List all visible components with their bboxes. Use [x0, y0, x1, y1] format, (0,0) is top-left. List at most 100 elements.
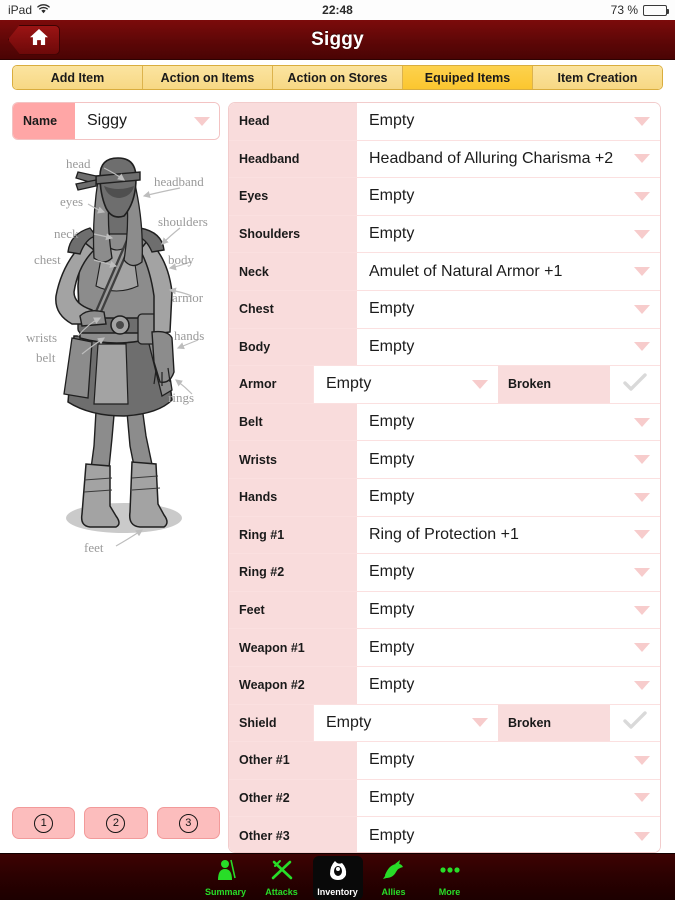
- diagram-label-wrists: wrists: [26, 330, 57, 345]
- equipment-row: Chest Empty: [229, 290, 660, 329]
- dragon-icon: [382, 859, 406, 886]
- equipment-slot-label: Weapon #1: [229, 629, 357, 666]
- equipment-row: Neck Amulet of Natural Armor +1: [229, 253, 660, 291]
- equipment-slot-label: Eyes: [229, 178, 357, 215]
- equipment-row: Belt Empty: [229, 403, 660, 442]
- name-field[interactable]: Name Siggy: [12, 102, 220, 140]
- equipment-panel: Head Empty Headband Headband of Alluring Ch…: [226, 94, 675, 853]
- equipment-item-value: Headband of Alluring Charisma +2: [369, 149, 614, 167]
- chevron-down-icon: [634, 605, 650, 615]
- equipment-item-select[interactable]: Empty: [357, 554, 660, 591]
- equipment-row: Feet Empty: [229, 591, 660, 630]
- equipment-row: Armor Empty Broken: [229, 366, 660, 404]
- chevron-down-icon: [194, 116, 210, 126]
- equipment-table[interactable]: Head Empty Headband Headband of Alluring Ch…: [228, 102, 661, 853]
- equipment-item-select[interactable]: Empty: [357, 666, 660, 704]
- tab-allies-label: Allies: [381, 886, 406, 897]
- equipment-row: Other #1 Empty: [229, 742, 660, 780]
- equipment-slot-label: Wrists: [229, 441, 357, 478]
- equipment-slot-label: Armor: [229, 366, 313, 403]
- chevron-down-icon: [634, 793, 650, 803]
- diagram-label-headband: headband: [154, 174, 204, 189]
- equipment-item-select[interactable]: Empty: [357, 591, 660, 629]
- equipment-item-select[interactable]: Empty: [357, 742, 660, 779]
- equipment-item-select[interactable]: Empty: [357, 178, 660, 215]
- segmented-control-bar: Add Item Action on Items Action on Store…: [0, 60, 675, 94]
- sack-icon: [326, 859, 350, 886]
- quick-slot-2-label: 2: [106, 813, 126, 833]
- equipment-item-select[interactable]: Empty: [357, 328, 660, 366]
- tab-equiped-items[interactable]: Equiped Items: [403, 66, 533, 89]
- equipment-item-select[interactable]: Empty: [357, 478, 660, 516]
- equipment-slot-label: Belt: [229, 403, 357, 441]
- diagram-label-neck: neck: [54, 226, 79, 241]
- equipment-item-select[interactable]: Empty: [313, 366, 498, 403]
- diagram-label-rings: rings: [168, 390, 194, 405]
- chevron-down-icon: [634, 304, 650, 314]
- tab-allies[interactable]: Allies: [369, 856, 419, 900]
- quick-slot-3-button[interactable]: 3: [156, 807, 220, 839]
- equipment-item-select[interactable]: Empty: [357, 403, 660, 441]
- broken-checkbox[interactable]: [610, 704, 660, 742]
- equipment-item-value: Empty: [369, 827, 415, 845]
- character-diagram: .lbl { font-family: "Liberation Serif", …: [12, 146, 220, 803]
- equipment-row: Weapon #1 Empty: [229, 629, 660, 667]
- segmented-control[interactable]: Add Item Action on Items Action on Store…: [12, 65, 663, 90]
- tab-attacks[interactable]: Attacks: [257, 856, 307, 900]
- tab-summary[interactable]: Summary: [201, 856, 251, 900]
- tab-more[interactable]: More: [425, 856, 475, 900]
- chevron-down-icon: [634, 530, 650, 540]
- equipment-item-value: Empty: [369, 488, 415, 506]
- equipment-item-select[interactable]: Empty: [357, 441, 660, 478]
- tab-item-creation[interactable]: Item Creation: [533, 66, 662, 89]
- equipment-slot-label: Weapon #2: [229, 666, 357, 704]
- chevron-down-icon: [634, 492, 650, 502]
- equipment-item-select[interactable]: Empty: [313, 704, 498, 742]
- broken-checkbox[interactable]: [610, 366, 660, 403]
- equipment-row: Ring #2 Empty: [229, 554, 660, 592]
- equipment-item-select[interactable]: Empty: [357, 215, 660, 253]
- equipment-item-select[interactable]: Empty: [357, 817, 660, 852]
- tab-more-label: More: [438, 886, 461, 897]
- battery-icon: [643, 4, 669, 16]
- diagram-label-body: body: [168, 252, 195, 267]
- equipment-item-select[interactable]: Empty: [357, 779, 660, 817]
- equipment-item-select[interactable]: Empty: [357, 290, 660, 328]
- chevron-down-icon: [634, 116, 650, 126]
- equipment-item-select[interactable]: Empty: [357, 629, 660, 666]
- tab-summary-label: Summary: [204, 886, 247, 897]
- tab-action-on-stores[interactable]: Action on Stores: [273, 66, 403, 89]
- equipment-item-select[interactable]: Headband of Alluring Charisma +2: [357, 140, 660, 178]
- status-bar-right: 73 %: [610, 3, 669, 17]
- equipment-row: Other #2 Empty: [229, 779, 660, 818]
- name-field-label: Name: [13, 103, 75, 139]
- tab-add-item[interactable]: Add Item: [13, 66, 143, 89]
- equipment-item-value: Empty: [369, 638, 415, 656]
- tab-action-on-items[interactable]: Action on Items: [143, 66, 273, 89]
- equipment-item-select[interactable]: Amulet of Natural Armor +1: [357, 253, 660, 290]
- quick-slot-1-button[interactable]: 1: [12, 807, 76, 839]
- name-value: Siggy: [87, 112, 128, 129]
- diagram-label-eyes: eyes: [60, 194, 83, 209]
- equipment-row: Hands Empty: [229, 478, 660, 517]
- equipment-slot-label: Other #2: [229, 779, 357, 817]
- equipment-slot-label: Chest: [229, 290, 357, 328]
- tab-inventory[interactable]: Inventory: [312, 855, 363, 900]
- equipment-item-value: Empty: [369, 225, 415, 243]
- equipment-item-select[interactable]: Empty: [357, 103, 660, 140]
- equipment-item-value: Empty: [369, 563, 415, 581]
- equipment-row: Body Empty: [229, 328, 660, 367]
- chevron-down-icon: [634, 342, 650, 352]
- broken-label: Broken: [498, 704, 610, 742]
- name-select[interactable]: Siggy: [75, 103, 219, 139]
- battery-percent-label: 73 %: [610, 3, 638, 17]
- equipment-item-select[interactable]: Ring of Protection +1: [357, 516, 660, 554]
- quick-slot-2-button[interactable]: 2: [84, 807, 148, 839]
- equipment-item-value: Amulet of Natural Armor +1: [369, 262, 563, 280]
- status-bar-clock: 22:48: [322, 3, 353, 17]
- character-panel: Name Siggy .lbl { font-family: "Liberati…: [0, 94, 226, 853]
- equipment-item-value: Empty: [369, 337, 415, 355]
- diagram-label-head: head: [66, 156, 91, 171]
- chevron-down-icon: [634, 191, 650, 201]
- chevron-down-icon: [634, 831, 650, 841]
